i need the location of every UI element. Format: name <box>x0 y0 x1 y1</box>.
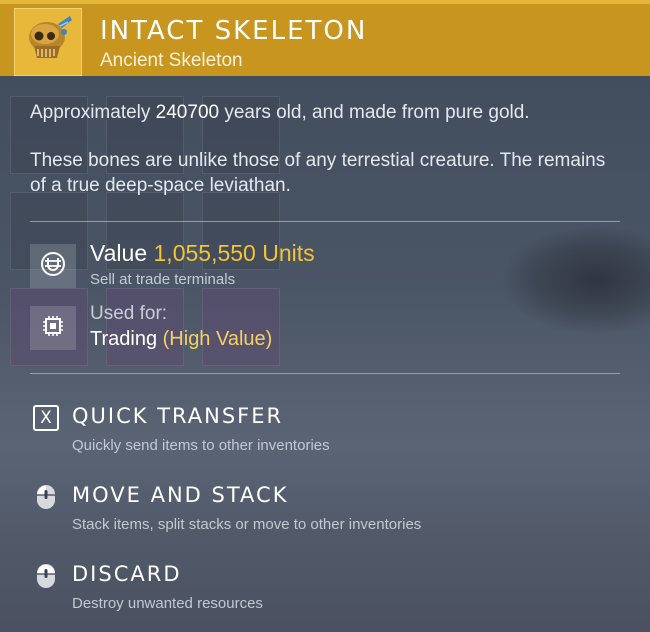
item-header: INTACT SKELETON Ancient Skeleton <box>0 0 650 76</box>
action-description: Destroy unwanted resources <box>72 595 263 612</box>
mouse-hold-icon <box>30 561 62 591</box>
value-line: Value 1,055,550 Units <box>90 240 315 267</box>
usage-category: Trading <box>90 328 158 350</box>
value-icon-frame <box>30 244 76 288</box>
x-key-icon: X <box>30 403 62 433</box>
action-title: QUICK TRANSFER <box>72 404 284 428</box>
usage-label: Used for: <box>90 303 168 324</box>
action-description: Quickly send items to other inventories <box>72 437 330 454</box>
trade-chip-icon <box>39 312 67 344</box>
usage-value: Trading (High Value) <box>90 328 272 351</box>
key-label: X <box>33 405 59 431</box>
value-label: Value <box>90 240 148 266</box>
value-note: Sell at trade terminals <box>90 271 236 288</box>
item-lore-description: These bones are unlike those of any terr… <box>30 150 606 196</box>
golden-skull-icon <box>20 12 76 72</box>
action-description: Stack items, split stacks or move to oth… <box>72 516 422 533</box>
item-age-description: Approximately 240700 years old, and made… <box>30 100 620 125</box>
divider <box>30 221 620 222</box>
age-value: 240700 <box>155 102 220 123</box>
usage-qualifier: (High Value) <box>162 328 273 350</box>
discard-action[interactable]: DISCARD Destroy unwanted resources <box>30 561 620 621</box>
units-currency-icon <box>39 250 67 282</box>
age-suffix: years old, and made from pure gold. <box>219 102 530 123</box>
age-prefix: Approximately <box>30 102 156 123</box>
usage-icon-frame <box>30 306 76 350</box>
item-title: INTACT SKELETON <box>100 16 368 46</box>
value-amount: 1,055,550 Units <box>153 240 315 266</box>
item-subtitle: Ancient Skeleton <box>100 50 243 71</box>
move-and-stack-action[interactable]: MOVE AND STACK Stack items, split stacks… <box>30 482 620 542</box>
action-title: MOVE AND STACK <box>72 483 289 507</box>
quick-transfer-action[interactable]: X QUICK TRANSFER Quickly send items to o… <box>30 403 620 463</box>
divider <box>30 373 620 374</box>
action-title: DISCARD <box>72 562 182 586</box>
item-tooltip-panel: INTACT SKELETON Ancient Skeleton Approxi… <box>0 0 650 632</box>
item-icon-frame <box>14 8 82 76</box>
mouse-left-click-icon <box>30 482 62 512</box>
